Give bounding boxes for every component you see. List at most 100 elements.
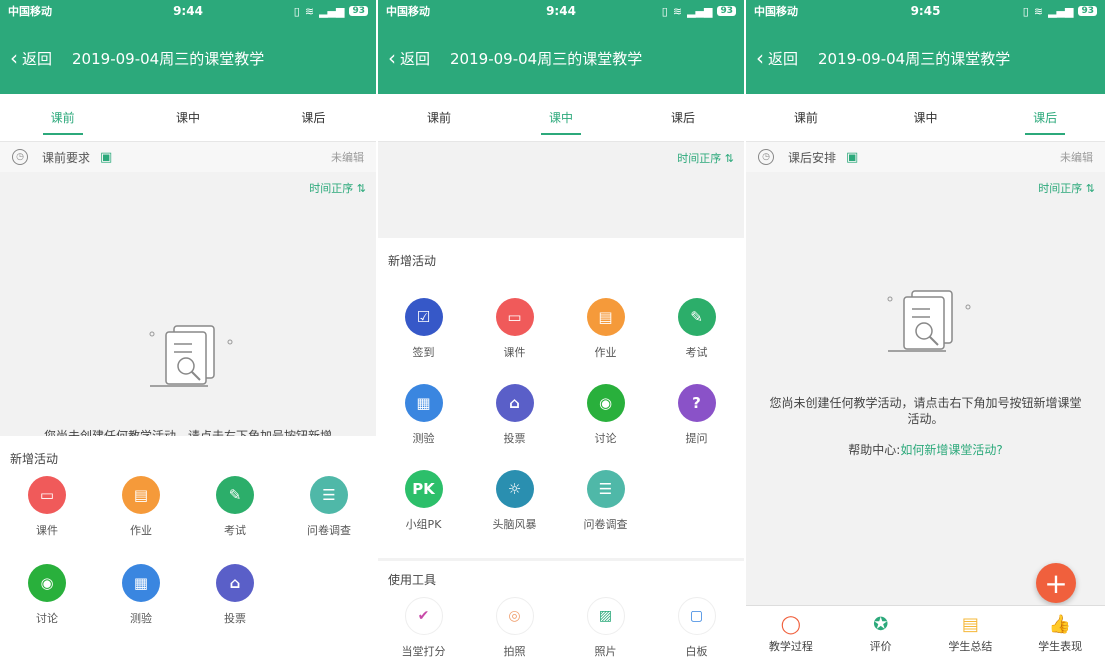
- activity-item[interactable]: ◉ 讨论: [560, 384, 651, 470]
- activity-item[interactable]: ✎ 考试: [188, 476, 282, 564]
- tab-bar: 课前 课中 课后: [378, 94, 744, 142]
- tool-item[interactable]: ▢ 白板: [651, 597, 742, 661]
- tab-in-class[interactable]: 课中: [125, 94, 250, 141]
- activity-icon: ✎: [216, 476, 254, 514]
- activity-item[interactable]: ? 提问: [651, 384, 742, 470]
- sort-toggle[interactable]: 时间正序 ⇅: [0, 172, 376, 198]
- bottom-nav-item[interactable]: ✪ 评价: [836, 606, 926, 661]
- page-title: 2019-09-04周三的课堂教学: [450, 49, 643, 68]
- battery-icon: 93: [717, 6, 736, 16]
- bottom-nav-item[interactable]: 👍 学生表现: [1015, 606, 1105, 661]
- tool-icon: ▢: [677, 597, 716, 635]
- carrier-label: 中国移动: [8, 5, 52, 18]
- vibrate-icon: ▯: [1022, 4, 1029, 18]
- clock-time: 9:44: [173, 4, 203, 18]
- edit-status: 未编辑: [1060, 151, 1093, 164]
- activity-icon: ☑: [404, 298, 443, 336]
- sort-label: 时间正序: [677, 152, 722, 165]
- activity-icon: ▭: [495, 298, 534, 336]
- page-title: 2019-09-04周三的课堂教学: [72, 49, 265, 68]
- sheet-title: 新增活动: [388, 254, 437, 268]
- activity-icon: ▭: [28, 476, 66, 514]
- wifi-icon: ≋: [1033, 4, 1044, 18]
- clock-icon: ◷: [758, 149, 774, 165]
- activity-item[interactable]: ☰ 问卷调查: [282, 476, 376, 564]
- arrangement-row[interactable]: ◷ 课后安排 ▣ 未编辑: [746, 142, 1105, 172]
- tab-in-class[interactable]: 课中: [500, 94, 622, 141]
- vibrate-icon: ▯: [293, 4, 300, 18]
- activity-label: 问卷调查: [307, 524, 351, 537]
- back-button[interactable]: ‹ 返回: [388, 46, 430, 70]
- screen-pre-class: 中国移动 9:44 ▯ ≋ ▂▄▆ 93 ‹ 返回 2019-09-04周三的课…: [0, 0, 376, 661]
- bottom-nav-item[interactable]: ◯ 教学过程: [746, 606, 836, 661]
- requirement-row[interactable]: ◷ 课前要求 ▣ 未编辑: [0, 142, 376, 172]
- activity-label: 考试: [224, 524, 246, 537]
- page-title: 2019-09-04周三的课堂教学: [818, 49, 1011, 68]
- wifi-icon: ≋: [304, 4, 315, 18]
- tools-sheet: 使用工具 ✔ 当堂打分 ◎ 拍照 ▨ 照片 ▢ 白板: [378, 561, 744, 661]
- tab-pre-class[interactable]: 课前: [378, 94, 500, 141]
- chevron-left-icon: ‹: [756, 46, 764, 70]
- activity-item[interactable]: ⌂ 投票: [188, 564, 282, 652]
- tab-in-class[interactable]: 课中: [866, 94, 986, 141]
- activity-label: 课件: [503, 346, 526, 359]
- wifi-icon: ≋: [672, 4, 683, 18]
- activity-item[interactable]: ⌂ 投票: [469, 384, 560, 470]
- add-activity-sheet: 新增活动 ☑ 签到 ▭ 课件 ▤ 作业 ✎ 考试 ▦ 测验 ⌂ 投票 ◉ 讨论 ? 提问 PK 小组PK ☼ 头脑风暴…: [378, 238, 744, 558]
- chevron-left-icon: ‹: [10, 46, 18, 70]
- activity-label: 测验: [130, 612, 152, 625]
- nav-bar: ‹ 返回 2019-09-04周三的课堂教学: [378, 22, 744, 94]
- activity-item[interactable]: ▤ 作业: [94, 476, 188, 564]
- tab-post-class[interactable]: 课后: [251, 94, 376, 141]
- signal-icon: ▂▄▆: [319, 4, 345, 18]
- help-link[interactable]: 如何新增课堂活动?: [900, 443, 1002, 457]
- screen-in-class: 中国移动 9:44 ▯ ≋ ▂▄▆ 93 ‹ 返回 2019-09-04周三的课…: [378, 0, 744, 661]
- activity-label: 头脑风暴: [492, 518, 537, 531]
- activity-item[interactable]: ◉ 讨论: [0, 564, 94, 652]
- carrier-label: 中国移动: [386, 5, 430, 18]
- activity-item[interactable]: ✎ 考试: [651, 298, 742, 384]
- tool-icon: ✔: [404, 597, 443, 635]
- tab-post-class[interactable]: 课后: [622, 94, 744, 141]
- activity-item[interactable]: ☰ 问卷调查: [560, 470, 651, 556]
- activity-item[interactable]: ▭ 课件: [0, 476, 94, 564]
- activity-icon: ◉: [586, 384, 625, 422]
- activity-item[interactable]: ☑ 签到: [378, 298, 469, 384]
- activity-item[interactable]: ▦ 测验: [378, 384, 469, 470]
- bottom-nav-icon: ▤: [961, 613, 979, 635]
- tool-icon: ◎: [495, 597, 534, 635]
- sort-toggle[interactable]: 时间正序 ⇅: [746, 172, 1105, 198]
- activity-item[interactable]: ▭ 课件: [469, 298, 560, 384]
- bottom-nav-label: 教学过程: [768, 639, 813, 653]
- add-activity-fab[interactable]: +: [1036, 563, 1076, 603]
- empty-document-icon: [149, 325, 233, 387]
- tool-item[interactable]: ✔ 当堂打分: [378, 597, 469, 661]
- signal-icon: ▂▄▆: [1048, 4, 1074, 18]
- activity-item[interactable]: ▦ 测验: [94, 564, 188, 652]
- bottom-nav-icon: ◯: [780, 613, 801, 635]
- sort-toggle[interactable]: 时间正序 ⇅: [378, 142, 744, 168]
- back-button[interactable]: ‹ 返回: [10, 46, 52, 70]
- activity-icon: ▤: [122, 476, 160, 514]
- activity-label: 问卷调查: [583, 518, 628, 531]
- activity-item[interactable]: PK 小组PK: [378, 470, 469, 556]
- back-label: 返回: [400, 49, 431, 68]
- battery-icon: 93: [349, 6, 368, 16]
- system-icons: ▯ ≋ ▂▄▆ 93: [1023, 5, 1097, 18]
- tab-pre-class[interactable]: 课前: [0, 94, 125, 141]
- bottom-nav-item[interactable]: ▤ 学生总结: [926, 606, 1016, 661]
- tab-pre-class[interactable]: 课前: [746, 94, 866, 141]
- tab-post-class[interactable]: 课后: [985, 94, 1105, 141]
- sort-label: 时间正序: [309, 182, 354, 195]
- activity-icon: ▤: [586, 298, 625, 336]
- activity-label: 讨论: [594, 432, 617, 445]
- tools-grid: ✔ 当堂打分 ◎ 拍照 ▨ 照片 ▢ 白板: [378, 597, 744, 661]
- vibrate-icon: ▯: [661, 4, 668, 18]
- back-button[interactable]: ‹ 返回: [756, 46, 798, 70]
- tool-label: 白板: [685, 645, 708, 658]
- tool-item[interactable]: ▨ 照片: [560, 597, 651, 661]
- tool-item[interactable]: ◎ 拍照: [469, 597, 560, 661]
- activity-item[interactable]: ▤ 作业: [560, 298, 651, 384]
- status-bar: 中国移动 9:44 ▯ ≋ ▂▄▆ 93: [0, 0, 376, 22]
- activity-item[interactable]: ☼ 头脑风暴: [469, 470, 560, 556]
